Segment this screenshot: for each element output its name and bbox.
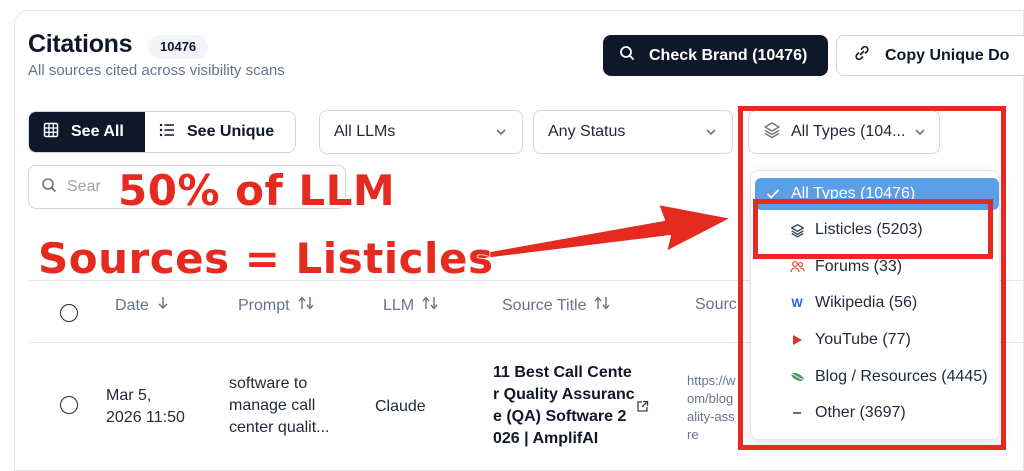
grid-icon [43, 122, 59, 143]
annotation-line-1: 50% of LLM [117, 165, 396, 216]
chevron-down-icon [494, 125, 508, 144]
arrow-down-icon [157, 296, 169, 315]
external-link-icon[interactable] [636, 400, 649, 418]
check-brand-label: Check Brand (10476) [649, 46, 808, 64]
see-all-label: See All [71, 123, 124, 140]
row-source-title[interactable]: 11 Best Call Cente r Quality Assuranc e … [493, 362, 635, 450]
page-subtitle: All sources cited across visibility scan… [28, 62, 285, 79]
annotation-arrow [473, 203, 733, 261]
column-header-date[interactable]: Date [115, 296, 169, 315]
column-header-source-title[interactable]: Source Title [502, 296, 611, 315]
list-icon [159, 123, 175, 142]
count-badge: 10476 [148, 35, 209, 59]
view-toggle: See All See Unique [28, 111, 296, 153]
link-icon [853, 44, 871, 67]
search-icon [619, 45, 635, 66]
select-all-radio[interactable] [60, 304, 78, 322]
row-llm: Claude [375, 398, 426, 415]
row-prompt: software to manage call center qualit... [229, 375, 330, 436]
search-icon [41, 177, 57, 198]
see-all-toggle[interactable]: See All [29, 112, 145, 152]
annotation-highlight-box [753, 199, 993, 259]
row-select-radio[interactable] [60, 396, 78, 414]
search-placeholder: Sear [67, 178, 101, 195]
row-source-url[interactable]: https://w om/blog ality-ass re [687, 372, 735, 444]
copy-unique-button[interactable]: Copy Unique Do [836, 35, 1024, 76]
llm-select-value: All LLMs [334, 123, 396, 140]
annotation-outer-box [738, 106, 1006, 450]
chevron-down-icon [704, 125, 718, 144]
see-unique-toggle[interactable]: See Unique [145, 112, 288, 152]
row-date: Mar 5, 2026 11:50 [106, 387, 185, 426]
status-select-value: Any Status [548, 123, 626, 140]
llm-select[interactable]: All LLMs [319, 110, 523, 154]
see-unique-label: See Unique [187, 123, 275, 140]
check-brand-button[interactable]: Check Brand (10476) [603, 35, 828, 76]
sort-icon [594, 296, 611, 315]
column-header-prompt[interactable]: Prompt [238, 296, 314, 315]
page-title: Citations [28, 30, 133, 58]
copy-unique-label: Copy Unique Do [885, 46, 1010, 64]
status-select[interactable]: Any Status [533, 110, 733, 154]
annotation-line-2: Sources = Listicles [37, 233, 494, 284]
column-header-source[interactable]: Sourc [695, 296, 737, 314]
sort-icon [298, 296, 314, 315]
sort-icon [422, 296, 438, 315]
column-header-llm[interactable]: LLM [383, 296, 438, 315]
